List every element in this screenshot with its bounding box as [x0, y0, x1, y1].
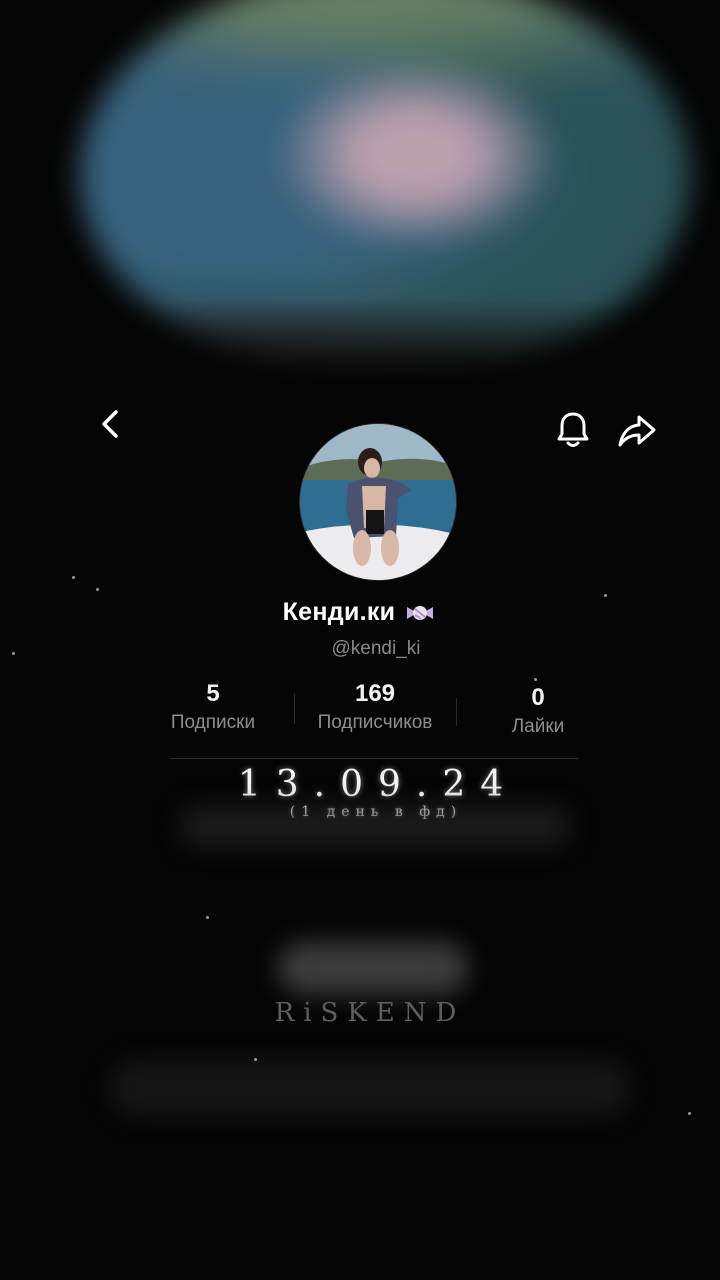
profile-name-row: Кенди.ки: [0, 598, 720, 627]
likes-stat[interactable]: 0 Лайки: [490, 684, 586, 738]
avatar-photo: [300, 424, 456, 580]
chevron-left-icon: [102, 410, 118, 438]
notification-button[interactable]: [552, 408, 594, 450]
share-arrow-icon: [618, 415, 656, 447]
dust-particle: [534, 678, 537, 681]
dust-particle: [12, 652, 15, 655]
blurred-bio: [180, 806, 570, 846]
likes-label: Лайки: [511, 716, 565, 737]
followers-stat[interactable]: 169 Подписчиков: [300, 680, 450, 734]
dust-particle: [72, 576, 75, 579]
dust-particle: [206, 916, 209, 919]
overlay-date: 13.09.24: [237, 764, 519, 805]
avatar[interactable]: [300, 424, 456, 580]
username-handle: @kendi_ki: [331, 638, 421, 659]
blurred-button: [278, 942, 468, 994]
banner-fade: [0, 300, 720, 420]
followers-label: Подписчиков: [317, 712, 433, 733]
stat-divider: [294, 694, 295, 724]
following-label: Подписки: [170, 712, 256, 733]
following-count: 5: [206, 680, 220, 707]
divider-line: [170, 758, 578, 759]
blurred-tabs: [110, 1060, 630, 1116]
candy-icon: [407, 605, 434, 620]
dust-particle: [254, 1058, 257, 1061]
likes-count: 0: [531, 684, 545, 711]
dust-particle: [96, 588, 99, 591]
stat-divider: [456, 698, 457, 726]
watermark-text: RiSKEND: [274, 998, 466, 1028]
dust-particle: [688, 1112, 691, 1115]
display-name: Кенди.ки: [282, 598, 396, 626]
share-button[interactable]: [616, 410, 658, 452]
following-stat[interactable]: 5 Подписки: [150, 680, 276, 734]
dust-particle: [604, 594, 607, 597]
bell-icon: [557, 412, 589, 447]
back-button[interactable]: [90, 404, 130, 444]
followers-count: 169: [354, 680, 396, 707]
